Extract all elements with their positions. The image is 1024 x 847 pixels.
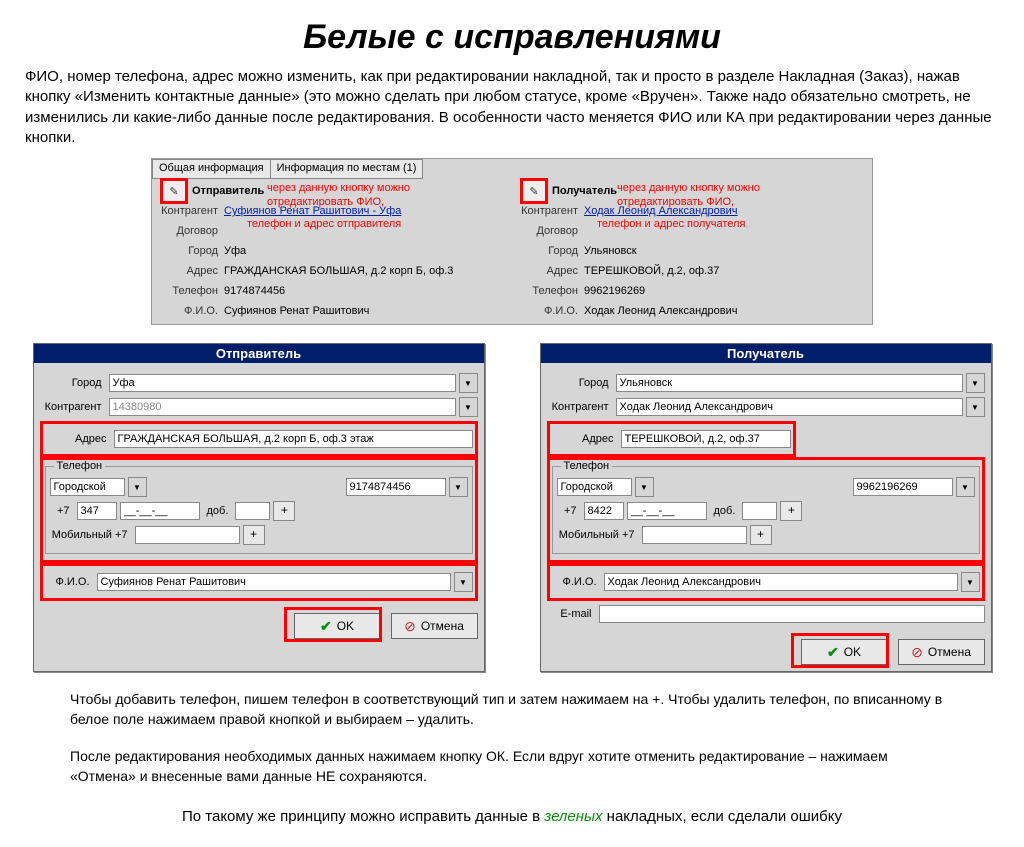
sender-city: Уфа [224, 245, 504, 257]
label-ext: доб. [203, 505, 233, 517]
edit-receiver-icon[interactable]: ✎ [520, 178, 548, 204]
sender-heading: Отправитель [192, 185, 264, 197]
label-phone: Телефон [520, 285, 584, 297]
phone-type-select[interactable] [557, 478, 632, 496]
hint-receiver-bottom: телефон и адрес получателя [597, 218, 797, 232]
receiver-address-input[interactable] [621, 430, 791, 448]
add-mobile-button[interactable]: + [750, 525, 772, 545]
label-plus7: +7 [50, 505, 74, 517]
sender-phone: 9174874456 [224, 285, 504, 297]
cancel-label: Отмена [928, 645, 971, 659]
phone-group-title: Телефон [561, 460, 613, 472]
tab-general[interactable]: Общая информация [152, 159, 271, 179]
label-contragent: Контрагент [40, 401, 106, 413]
phone-type-select[interactable] [50, 478, 125, 496]
dropdown-icon[interactable]: ▼ [961, 572, 980, 592]
label-ext: доб. [710, 505, 740, 517]
receiver-ext-input[interactable] [742, 502, 777, 520]
dialog-title-receiver: Получатель [541, 344, 991, 363]
receiver-heading: Получатель [552, 185, 617, 197]
label-address: Адрес [552, 433, 618, 445]
dropdown-icon[interactable]: ▼ [454, 572, 473, 592]
dialog-title-sender: Отправитель [34, 344, 484, 363]
label-email: E-mail [547, 608, 596, 620]
edit-sender-icon[interactable]: ✎ [160, 178, 188, 204]
sender-ext-input[interactable] [235, 502, 270, 520]
receiver-mobile-input[interactable] [642, 526, 747, 544]
receiver-area-input[interactable] [584, 502, 624, 520]
dropdown-icon[interactable]: ▼ [459, 373, 478, 393]
label-city: Город [520, 245, 584, 257]
waybill-info-panel: Общая информация Информация по местам (1… [151, 158, 873, 325]
label-contragent: Контрагент [547, 401, 613, 413]
dropdown-icon[interactable]: ▼ [128, 477, 147, 497]
hint-receiver-top: через данную кнопку можно отредактироват… [617, 182, 817, 210]
label-fio: Ф.И.О. [160, 305, 224, 317]
receiver-contragent-input[interactable] [616, 398, 963, 416]
label-plus7: +7 [557, 505, 581, 517]
cancel-button[interactable]: ⊘ Отмена [898, 639, 985, 665]
receiver-phone: 9962196269 [584, 285, 864, 297]
label-contract: Договор [160, 225, 224, 237]
receiver-city-input[interactable] [616, 374, 963, 392]
ok-highlight [791, 633, 889, 668]
label-contragent: Контрагент [520, 205, 584, 217]
sender-num-input[interactable] [120, 502, 200, 520]
sender-area-input[interactable] [77, 502, 117, 520]
dropdown-icon[interactable]: ▼ [449, 477, 468, 497]
cancel-icon: ⊘ [911, 644, 923, 661]
receiver-city: Ульяновск [584, 245, 864, 257]
receiver-edit-dialog: Получатель Город ▼ Контрагент ▼ Адрес [540, 343, 992, 672]
label-mobile: Мобильный +7 [50, 529, 132, 541]
label-address: Адрес [520, 265, 584, 277]
receiver-fio-input[interactable] [604, 573, 958, 591]
sender-edit-dialog: Отправитель Город ▼ Контрагент ▼ Адрес [33, 343, 485, 672]
phone-group-title: Телефон [54, 460, 106, 472]
sender-fio: Суфиянов Ренат Рашитович [224, 305, 504, 317]
hint-sender-bottom: телефон и адрес отправителя [247, 218, 447, 232]
bottom-hint: По такому же принципу можно исправить да… [0, 808, 1024, 825]
label-address: Адрес [160, 265, 224, 277]
ok-highlight [284, 607, 382, 642]
instruction-phone: Чтобы добавить телефон, пишем телефон в … [0, 690, 1024, 729]
label-phone: Телефон [160, 285, 224, 297]
cancel-button[interactable]: ⊘ Отмена [391, 613, 478, 639]
sender-phone-list[interactable] [346, 478, 446, 496]
dropdown-icon[interactable]: ▼ [459, 397, 478, 417]
label-fio: Ф.И.О. [552, 576, 601, 588]
label-fio: Ф.И.О. [520, 305, 584, 317]
page-title: Белые с исправлениями [0, 18, 1024, 57]
intro-paragraph: ФИО, номер телефона, адрес можно изменит… [0, 67, 1024, 148]
cancel-label: Отмена [421, 619, 464, 633]
sender-mobile-input[interactable] [135, 526, 240, 544]
label-city: Город [547, 377, 613, 389]
cancel-icon: ⊘ [404, 618, 416, 635]
label-contract: Договор [520, 225, 584, 237]
sender-fio-input[interactable] [97, 573, 451, 591]
label-city: Город [40, 377, 106, 389]
label-contragent: Контрагент [160, 205, 224, 217]
receiver-num-input[interactable] [627, 502, 707, 520]
dropdown-icon[interactable]: ▼ [635, 477, 654, 497]
receiver-address: ТЕРЕШКОВОЙ, д.2, оф.37 [584, 265, 864, 277]
label-fio: Ф.И.О. [45, 576, 94, 588]
dropdown-icon[interactable]: ▼ [966, 397, 985, 417]
receiver-phone-list[interactable] [853, 478, 953, 496]
sender-contragent-input[interactable] [109, 398, 456, 416]
receiver-email-input[interactable] [599, 605, 985, 623]
add-phone-button[interactable]: + [780, 501, 802, 521]
label-city: Город [160, 245, 224, 257]
add-phone-button[interactable]: + [273, 501, 295, 521]
dropdown-icon[interactable]: ▼ [956, 477, 975, 497]
label-mobile: Мобильный +7 [557, 529, 639, 541]
sender-address-input[interactable] [114, 430, 473, 448]
hint-sender-top: через данную кнопку можно отредактироват… [267, 182, 467, 210]
label-address: Адрес [45, 433, 111, 445]
dropdown-icon[interactable]: ▼ [966, 373, 985, 393]
sender-address: ГРАЖДАНСКАЯ БОЛЬШАЯ, д.2 корп Б, оф.3 [224, 265, 504, 277]
receiver-fio: Ходак Леонид Александрович [584, 305, 864, 317]
tab-places[interactable]: Информация по местам (1) [270, 159, 424, 179]
sender-city-input[interactable] [109, 374, 456, 392]
add-mobile-button[interactable]: + [243, 525, 265, 545]
